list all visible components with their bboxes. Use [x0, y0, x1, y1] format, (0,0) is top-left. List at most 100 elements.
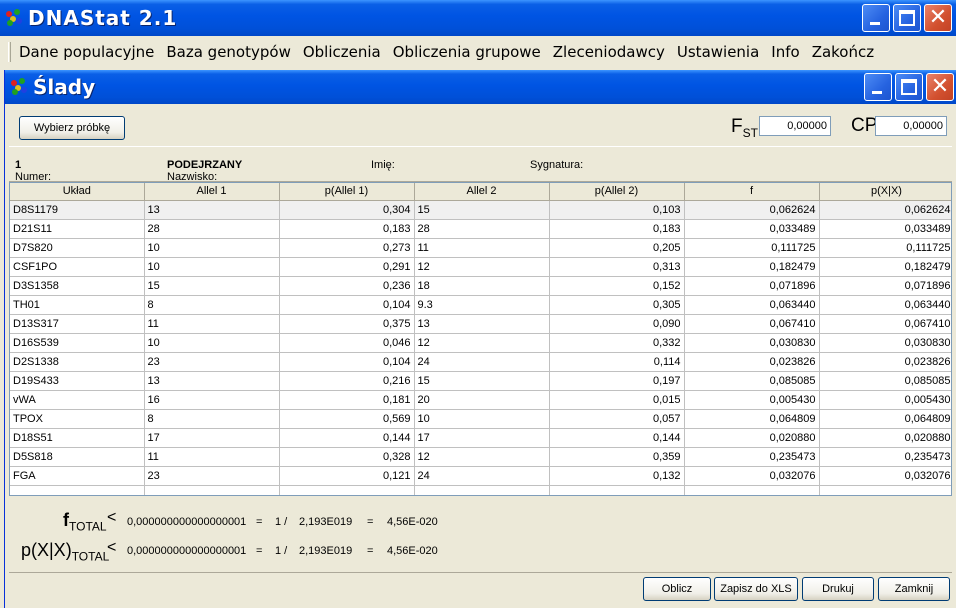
- table-cell[interactable]: 12: [414, 447, 550, 467]
- table-row[interactable]: D18S51 17 0,144 17 0,144 0,020880 0,020880: [10, 428, 951, 448]
- table-cell[interactable]: 0,183: [279, 219, 415, 239]
- table-cell[interactable]: 0,235473: [819, 447, 951, 467]
- table-cell[interactable]: CSF1PO: [10, 257, 145, 277]
- table-cell[interactable]: D8S1179: [10, 200, 145, 220]
- table-cell[interactable]: 0,063440: [819, 295, 951, 315]
- table-cell[interactable]: 0,111725: [819, 238, 951, 258]
- table-cell[interactable]: 0,375: [279, 314, 415, 334]
- slady-close-button[interactable]: ✕: [926, 73, 954, 101]
- table-cell[interactable]: 0,144: [279, 428, 415, 448]
- table-cell[interactable]: 12: [414, 257, 550, 277]
- table-cell[interactable]: 0,033489: [819, 219, 951, 239]
- table-cell[interactable]: 0,152: [549, 276, 685, 296]
- table-cell[interactable]: 0,197: [549, 371, 685, 391]
- table-cell[interactable]: 0,033489: [684, 219, 820, 239]
- table-cell[interactable]: 11: [414, 238, 550, 258]
- table-cell[interactable]: 0,020880: [819, 428, 951, 448]
- menu-obliczenia-grupowe[interactable]: Obliczenia grupowe: [389, 43, 545, 61]
- table-cell[interactable]: 0,182479: [684, 257, 820, 277]
- table-cell[interactable]: 0,046: [279, 333, 415, 353]
- menu-zleceniodawcy[interactable]: Zleceniodawcy: [549, 43, 669, 61]
- table-cell[interactable]: 10: [144, 257, 280, 277]
- table-cell[interactable]: 17: [414, 428, 550, 448]
- table-cell[interactable]: 15: [414, 371, 550, 391]
- table-cell[interactable]: 23: [144, 352, 280, 372]
- table-cell[interactable]: 0,328: [279, 447, 415, 467]
- table-row[interactable]: D5S818 11 0,328 12 0,359 0,235473 0,235473: [10, 447, 951, 467]
- table-row[interactable]: FGA 23 0,121 24 0,132 0,032076 0,032076: [10, 466, 951, 486]
- table-cell[interactable]: D16S539: [10, 333, 145, 353]
- table-cell[interactable]: 0,205: [549, 238, 685, 258]
- table-cell[interactable]: 0,569: [279, 409, 415, 429]
- table-row[interactable]: vWA 16 0,181 20 0,015 0,005430 0,005430: [10, 390, 951, 410]
- table-cell[interactable]: 0,103: [549, 200, 685, 220]
- table-cell[interactable]: 15: [144, 276, 280, 296]
- table-cell[interactable]: 0,005430: [819, 390, 951, 410]
- table-cell[interactable]: 0,005430: [684, 390, 820, 410]
- table-cell[interactable]: 0,030830: [684, 333, 820, 353]
- table-cell[interactable]: 0,273: [279, 238, 415, 258]
- column-header-allel1[interactable]: Allel 1: [144, 183, 280, 201]
- table-cell[interactable]: 0,291: [279, 257, 415, 277]
- menu-obliczenia[interactable]: Obliczenia: [299, 43, 385, 61]
- table-cell[interactable]: 12: [414, 333, 550, 353]
- table-cell[interactable]: TPOX: [10, 409, 145, 429]
- table-cell[interactable]: 17: [144, 428, 280, 448]
- table-cell[interactable]: 0,216: [279, 371, 415, 391]
- table-cell[interactable]: 10: [144, 333, 280, 353]
- table-cell[interactable]: vWA: [10, 390, 145, 410]
- table-cell[interactable]: D7S820: [10, 238, 145, 258]
- table-row[interactable]: D16S539 10 0,046 12 0,332 0,030830 0,030830: [10, 333, 951, 353]
- table-cell[interactable]: 0,090: [549, 314, 685, 334]
- table-cell[interactable]: 11: [144, 314, 280, 334]
- table-cell[interactable]: 0,064809: [819, 409, 951, 429]
- column-header-f[interactable]: f: [684, 183, 820, 201]
- table-cell[interactable]: 0,030830: [819, 333, 951, 353]
- table-cell[interactable]: 0,313: [549, 257, 685, 277]
- slady-minimize-button[interactable]: [864, 73, 892, 101]
- menu-dane-populacyjne[interactable]: Dane populacyjne: [15, 43, 158, 61]
- table-cell[interactable]: 0,023826: [819, 352, 951, 372]
- menu-baza-genotypow[interactable]: Baza genotypów: [162, 43, 294, 61]
- menu-ustawienia[interactable]: Ustawienia: [673, 43, 763, 61]
- table-row[interactable]: D8S1179 13 0,304 15 0,103 0,062624 0,062624: [10, 200, 951, 220]
- table-cell[interactable]: D13S317: [10, 314, 145, 334]
- table-cell[interactable]: 0,032076: [819, 466, 951, 486]
- table-cell[interactable]: TH01: [10, 295, 145, 315]
- table-row[interactable]: D19S433 13 0,216 15 0,197 0,085085 0,085085: [10, 371, 951, 391]
- table-cell[interactable]: 0,236: [279, 276, 415, 296]
- table-row[interactable]: D2S1338 23 0,104 24 0,114 0,023826 0,023826: [10, 352, 951, 372]
- cp-input[interactable]: 0,00000: [875, 116, 947, 136]
- table-cell[interactable]: 13: [144, 200, 280, 220]
- table-cell[interactable]: 9.3: [414, 295, 550, 315]
- table-cell[interactable]: 0,023826: [684, 352, 820, 372]
- column-header-p-xx[interactable]: p(X|X): [819, 183, 951, 201]
- table-cell[interactable]: 0,121: [279, 466, 415, 486]
- table-cell[interactable]: 15: [414, 200, 550, 220]
- app-close-button[interactable]: ✕: [924, 4, 952, 32]
- table-cell[interactable]: 10: [414, 409, 550, 429]
- table-cell[interactable]: 0,057: [549, 409, 685, 429]
- save-xls-button[interactable]: Zapisz do XLS: [714, 577, 798, 601]
- fst-input[interactable]: 0,00000: [759, 116, 831, 136]
- table-cell[interactable]: 0,104: [279, 352, 415, 372]
- table-cell[interactable]: 28: [144, 219, 280, 239]
- table-cell[interactable]: 0,235473: [684, 447, 820, 467]
- table-cell[interactable]: 0,104: [279, 295, 415, 315]
- table-cell[interactable]: 0,032076: [684, 466, 820, 486]
- table-cell[interactable]: 24: [414, 466, 550, 486]
- table-cell[interactable]: 16: [144, 390, 280, 410]
- table-cell[interactable]: 0,111725: [684, 238, 820, 258]
- table-cell[interactable]: 8: [144, 409, 280, 429]
- table-cell[interactable]: 0,062624: [819, 200, 951, 220]
- table-cell[interactable]: 0,062624: [684, 200, 820, 220]
- table-row[interactable]: CSF1PO 10 0,291 12 0,313 0,182479 0,182479: [10, 257, 951, 277]
- table-cell[interactable]: 0,332: [549, 333, 685, 353]
- table-row[interactable]: D13S317 11 0,375 13 0,090 0,067410 0,067410: [10, 314, 951, 334]
- table-cell[interactable]: 11: [144, 447, 280, 467]
- table-cell[interactable]: 0,067410: [684, 314, 820, 334]
- table-row[interactable]: D21S11 28 0,183 28 0,183 0,033489 0,033489: [10, 219, 951, 239]
- app-maximize-button[interactable]: [893, 4, 921, 32]
- table-cell[interactable]: 0,071896: [819, 276, 951, 296]
- table-cell[interactable]: 0,304: [279, 200, 415, 220]
